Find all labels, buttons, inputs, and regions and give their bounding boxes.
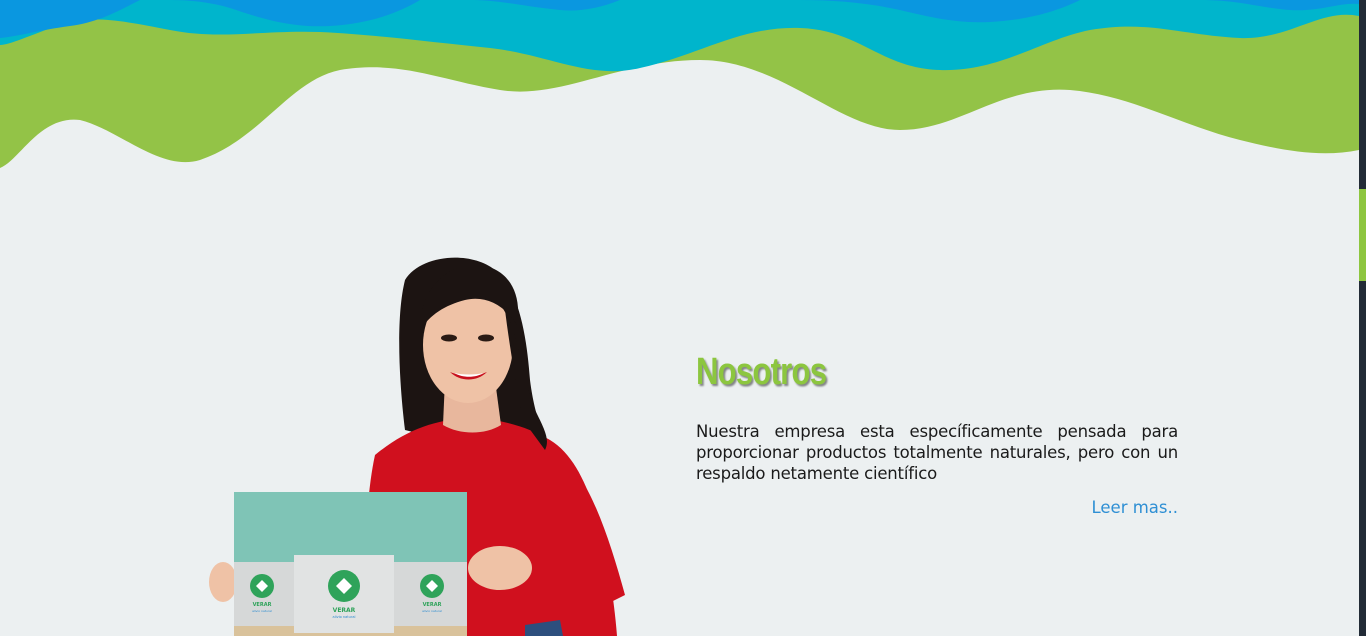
read-more-container: Leer mas..	[696, 498, 1178, 517]
right-eye	[478, 334, 494, 342]
box-tagline-left: alivio natural	[252, 609, 272, 613]
left-eye	[441, 334, 457, 342]
wave-header	[0, 0, 1359, 168]
page-scrollbar[interactable]	[1359, 0, 1366, 636]
product-box-right	[394, 562, 467, 626]
about-description: Nuestra empresa esta específicamente pen…	[696, 422, 1178, 483]
page: VERAR alivio natural VERAR alivio natura…	[0, 0, 1366, 636]
product-box-center	[294, 555, 394, 633]
about-title: Nosotros	[696, 351, 827, 393]
scrollbar-track	[1359, 0, 1366, 188]
box-tagline-center: alivio natural	[333, 615, 356, 619]
box-brand-right: VERAR	[423, 602, 442, 608]
hero-woman-image: VERAR alivio natural VERAR alivio natura…	[209, 257, 625, 636]
box-brand-left: VERAR	[253, 602, 272, 608]
right-hand	[468, 546, 532, 590]
box-tagline-right: alivio natural	[422, 609, 442, 613]
product-box-left	[234, 562, 294, 626]
scrollbar-thumb[interactable]	[1359, 189, 1366, 281]
about-section: Nosotros Nuestra empresa esta específica…	[696, 346, 1178, 517]
left-hand	[209, 562, 237, 602]
box-brand-center: VERAR	[333, 607, 356, 614]
read-more-link[interactable]: Leer mas..	[1091, 498, 1178, 517]
